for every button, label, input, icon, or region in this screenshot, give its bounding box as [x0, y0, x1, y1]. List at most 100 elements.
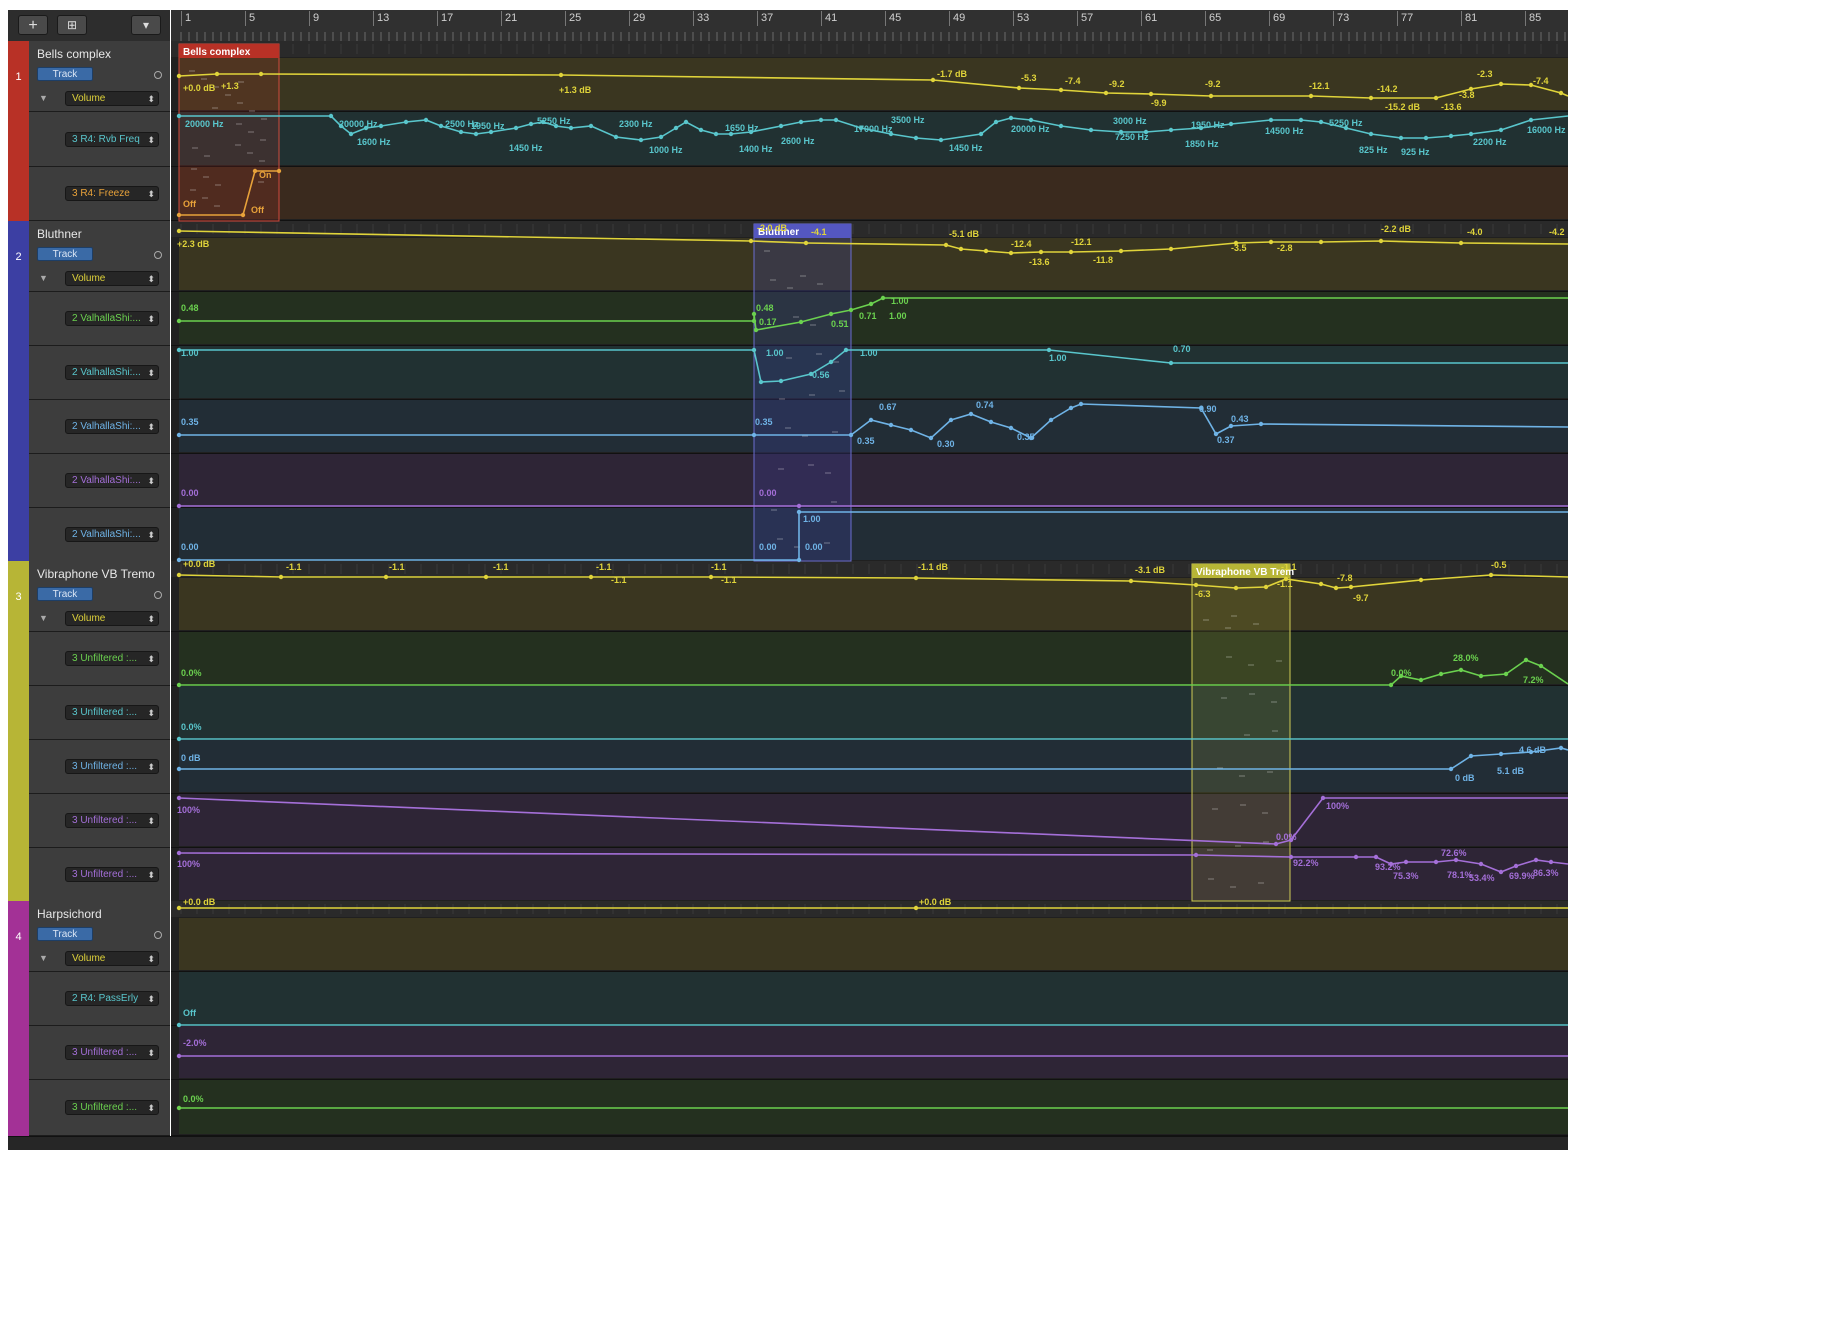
automation-point[interactable]	[638, 137, 644, 143]
automation-point[interactable]	[751, 432, 757, 438]
automation-parameter-select[interactable]: 3 Unfiltered :... ⬍	[65, 1045, 159, 1060]
track-name[interactable]: Vibraphone VB Tremo	[37, 567, 155, 581]
automation-parameter-select[interactable]: 2 ValhallaShi:... ⬍	[65, 527, 159, 542]
automation-point[interactable]	[1458, 240, 1464, 246]
automation-point[interactable]	[848, 432, 854, 438]
automation-lane-header[interactable]: 3 Unfiltered :... ⬍	[29, 848, 170, 902]
automation-point[interactable]	[1008, 115, 1014, 121]
automation-point[interactable]	[658, 134, 664, 140]
automation-point[interactable]	[978, 131, 984, 137]
automation-point[interactable]	[1378, 238, 1384, 244]
automation-point[interactable]	[1318, 581, 1324, 587]
automation-point[interactable]	[423, 117, 429, 123]
automation-point[interactable]	[1320, 795, 1326, 801]
automation-point[interactable]	[1398, 135, 1404, 141]
automation-point[interactable]	[828, 311, 834, 317]
automation-point[interactable]	[1318, 239, 1324, 245]
automation-point[interactable]	[568, 125, 574, 131]
automation-parameter-select[interactable]: 3 Unfiltered :... ⬍	[65, 759, 159, 774]
automation-point[interactable]	[1533, 857, 1539, 863]
automation-point[interactable]	[708, 574, 714, 580]
track-automation-mode-button[interactable]: Track	[37, 927, 93, 941]
automation-point[interactable]	[1388, 682, 1394, 688]
automation-point[interactable]	[176, 113, 182, 119]
automation-point[interactable]	[1348, 584, 1354, 590]
automation-point[interactable]	[913, 575, 919, 581]
automation-point[interactable]	[176, 572, 182, 578]
automation-point[interactable]	[1503, 671, 1509, 677]
automation-parameter-select[interactable]: 2 ValhallaShi:... ⬍	[65, 365, 159, 380]
automation-point[interactable]	[698, 127, 704, 133]
automation-lane-header[interactable]: 3 Unfiltered :... ⬍	[29, 1026, 170, 1080]
automation-point[interactable]	[1103, 90, 1109, 96]
record-enable-icon[interactable]	[154, 591, 162, 599]
automation-point[interactable]	[983, 248, 989, 254]
automation-point[interactable]	[278, 574, 284, 580]
automation-point[interactable]	[458, 129, 464, 135]
track-header[interactable]: Harpsichord Track ▼ Volume ⬍	[29, 901, 170, 972]
automation-point[interactable]	[818, 117, 824, 123]
automation-point[interactable]	[1438, 671, 1444, 677]
automation-point[interactable]	[1088, 127, 1094, 133]
automation-point[interactable]	[1008, 250, 1014, 256]
automation-point[interactable]	[1353, 854, 1359, 860]
automation-point[interactable]	[1228, 423, 1234, 429]
automation-point[interactable]	[1068, 249, 1074, 255]
automation-parameter-select[interactable]: Volume ⬍	[65, 611, 159, 626]
automation-point[interactable]	[176, 1053, 182, 1059]
automation-lane-header[interactable]: 2 ValhallaShi:... ⬍	[29, 508, 170, 562]
automation-point[interactable]	[1046, 347, 1052, 353]
track-menu-button[interactable]: ▾	[131, 15, 161, 35]
automation-point[interactable]	[383, 574, 389, 580]
automation-point[interactable]	[258, 71, 264, 77]
automation-point[interactable]	[588, 574, 594, 580]
automation-lane-header[interactable]: 3 Unfiltered :... ⬍	[29, 740, 170, 794]
track-color-strip[interactable]: 1	[8, 41, 29, 221]
automation-point[interactable]	[1448, 133, 1454, 139]
automation-point[interactable]	[1423, 135, 1429, 141]
track-name[interactable]: Bells complex	[37, 47, 111, 61]
automation-parameter-select[interactable]: Volume ⬍	[65, 271, 159, 286]
automation-point[interactable]	[1128, 578, 1134, 584]
automation-point[interactable]	[1298, 117, 1304, 123]
automation-lane-header[interactable]: 3 Unfiltered :... ⬍	[29, 632, 170, 686]
track-name[interactable]: Harpsichord	[37, 907, 102, 921]
automation-point[interactable]	[240, 212, 246, 218]
automation-lane-header[interactable]: 2 ValhallaShi:... ⬍	[29, 292, 170, 346]
automation-parameter-select[interactable]: 2 R4: PassErly ⬍	[65, 991, 159, 1006]
disclosure-triangle-icon[interactable]: ▼	[39, 613, 48, 623]
automation-point[interactable]	[943, 242, 949, 248]
record-enable-icon[interactable]	[154, 71, 162, 79]
automation-parameter-select[interactable]: 3 Unfiltered :... ⬍	[65, 651, 159, 666]
automation-point[interactable]	[1453, 857, 1459, 863]
region-body[interactable]	[1191, 563, 1291, 902]
automation-point[interactable]	[176, 432, 182, 438]
automation-lane-header[interactable]: 3 Unfiltered :... ⬍	[29, 686, 170, 740]
automation-parameter-select[interactable]: 2 ValhallaShi:... ⬍	[65, 311, 159, 326]
automation-point[interactable]	[1233, 585, 1239, 591]
automation-point[interactable]	[1538, 663, 1544, 669]
automation-point[interactable]	[1488, 572, 1494, 578]
automation-parameter-select[interactable]: 3 Unfiltered :... ⬍	[65, 813, 159, 828]
automation-point[interactable]	[1193, 582, 1199, 588]
automation-point[interactable]	[778, 123, 784, 129]
automation-point[interactable]	[1048, 417, 1054, 423]
automation-point[interactable]	[683, 119, 689, 125]
automation-point[interactable]	[1498, 127, 1504, 133]
automation-point[interactable]	[176, 318, 182, 324]
automation-parameter-select[interactable]: 3 R4: Freeze ⬍	[65, 186, 159, 201]
automation-point[interactable]	[1433, 859, 1439, 865]
automation-point[interactable]	[1528, 117, 1534, 123]
automation-point[interactable]	[868, 417, 874, 423]
automation-point[interactable]	[528, 121, 534, 127]
automation-point[interactable]	[1258, 421, 1264, 427]
automation-point[interactable]	[1263, 584, 1269, 590]
automation-point[interactable]	[1558, 745, 1564, 751]
automation-parameter-select[interactable]: Volume ⬍	[65, 951, 159, 966]
automation-point[interactable]	[913, 135, 919, 141]
automation-point[interactable]	[513, 125, 519, 131]
automation-point[interactable]	[1168, 127, 1174, 133]
automation-point[interactable]	[713, 131, 719, 137]
automation-point[interactable]	[938, 137, 944, 143]
automation-point[interactable]	[176, 503, 182, 509]
